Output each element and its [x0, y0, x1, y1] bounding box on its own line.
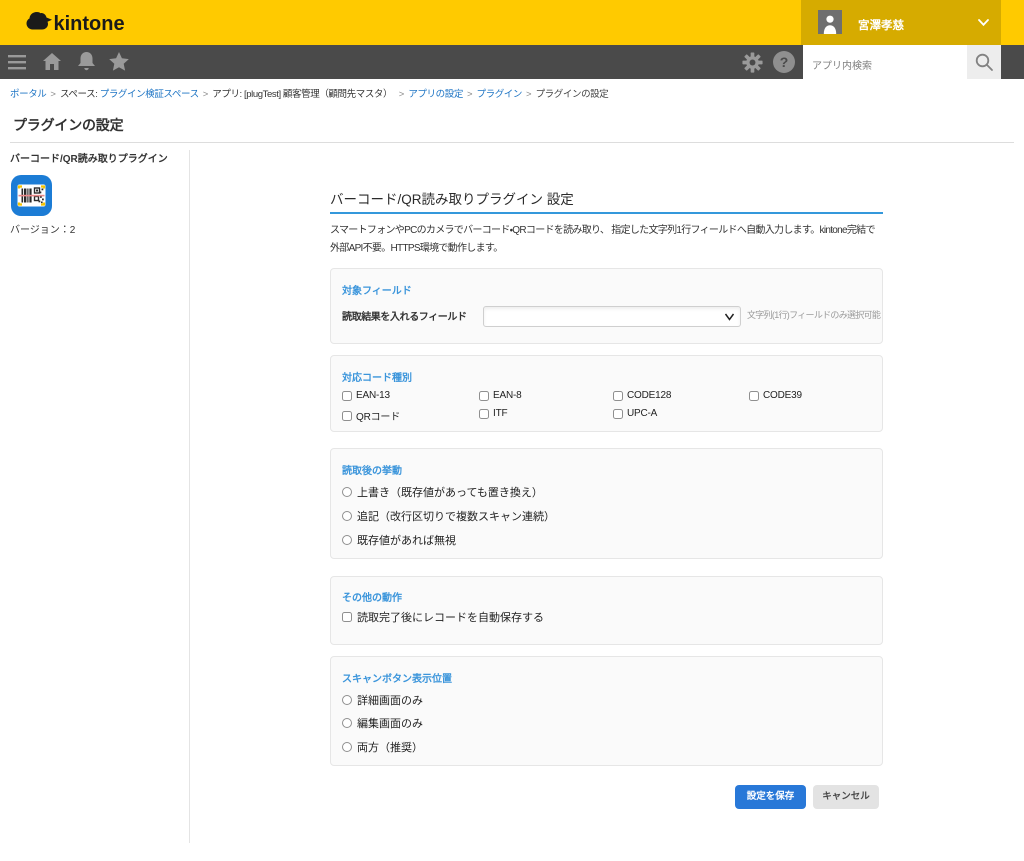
svg-text:kintone: kintone: [54, 13, 125, 35]
svg-text:?: ?: [780, 54, 789, 70]
